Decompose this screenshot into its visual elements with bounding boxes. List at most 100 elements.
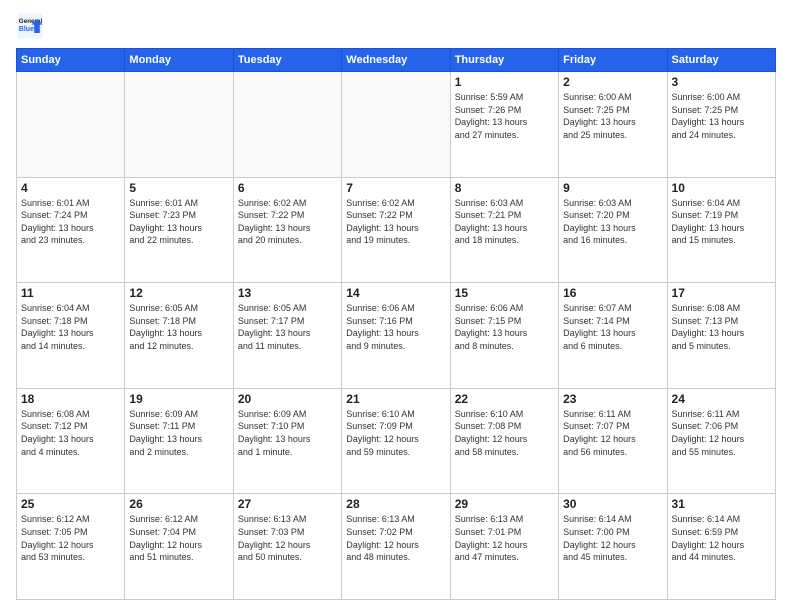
day-number: 10 (672, 181, 771, 195)
day-number: 11 (21, 286, 120, 300)
col-header-friday: Friday (559, 49, 667, 72)
calendar-cell: 3 Sunrise: 6:00 AMSunset: 7:25 PMDaylight… (667, 72, 775, 178)
calendar-cell (125, 72, 233, 178)
day-number: 22 (455, 392, 554, 406)
col-header-monday: Monday (125, 49, 233, 72)
day-number: 26 (129, 497, 228, 511)
calendar-cell (342, 72, 450, 178)
day-number: 20 (238, 392, 337, 406)
day-number: 29 (455, 497, 554, 511)
day-info: Sunrise: 6:07 AMSunset: 7:14 PMDaylight:… (563, 302, 662, 352)
calendar-cell: 24 Sunrise: 6:11 AMSunset: 7:06 PMDayligh… (667, 388, 775, 494)
day-info: Sunrise: 6:13 AMSunset: 7:03 PMDaylight:… (238, 513, 337, 563)
calendar-cell: 10 Sunrise: 6:04 AMSunset: 7:19 PMDayligh… (667, 177, 775, 283)
calendar-cell: 23Sunrise: 6:11 AMSunset: 7:07 PMDayligh… (559, 388, 667, 494)
day-info: Sunrise: 6:01 AMSunset: 7:23 PMDaylight:… (129, 197, 228, 247)
day-info: Sunrise: 6:12 AMSunset: 7:05 PMDaylight:… (21, 513, 120, 563)
calendar-cell: 31Sunrise: 6:14 AMSunset: 6:59 PMDayligh… (667, 494, 775, 600)
day-info: Sunrise: 6:08 AMSunset: 7:13 PMDaylight:… (672, 302, 771, 352)
day-info: Sunrise: 6:01 AMSunset: 7:24 PMDaylight:… (21, 197, 120, 247)
day-info: Sunrise: 6:06 AMSunset: 7:16 PMDaylight:… (346, 302, 445, 352)
day-number: 28 (346, 497, 445, 511)
day-number: 13 (238, 286, 337, 300)
day-number: 3 (672, 75, 771, 89)
day-number: 6 (238, 181, 337, 195)
calendar-cell: 16 Sunrise: 6:07 AMSunset: 7:14 PMDayligh… (559, 283, 667, 389)
day-info: Sunrise: 6:05 AMSunset: 7:17 PMDaylight:… (238, 302, 337, 352)
day-info: Sunrise: 6:00 AMSunset: 7:25 PMDaylight:… (672, 91, 771, 141)
day-number: 12 (129, 286, 228, 300)
day-info: Sunrise: 6:08 AMSunset: 7:12 PMDaylight:… (21, 408, 120, 458)
calendar-week-2: 4 Sunrise: 6:01 AMSunset: 7:24 PMDaylight… (17, 177, 776, 283)
day-number: 16 (563, 286, 662, 300)
day-info: Sunrise: 6:11 AMSunset: 7:07 PMDaylight:… (563, 408, 662, 458)
day-number: 18 (21, 392, 120, 406)
calendar-cell: 11 Sunrise: 6:04 AMSunset: 7:18 PMDayligh… (17, 283, 125, 389)
calendar-table: SundayMondayTuesdayWednesdayThursdayFrid… (16, 48, 776, 600)
col-header-wednesday: Wednesday (342, 49, 450, 72)
day-number: 24 (672, 392, 771, 406)
day-info: Sunrise: 6:02 AMSunset: 7:22 PMDaylight:… (238, 197, 337, 247)
day-info: Sunrise: 6:02 AMSunset: 7:22 PMDaylight:… (346, 197, 445, 247)
day-info: Sunrise: 6:03 AMSunset: 7:20 PMDaylight:… (563, 197, 662, 247)
col-header-sunday: Sunday (17, 49, 125, 72)
day-number: 27 (238, 497, 337, 511)
calendar-week-3: 11 Sunrise: 6:04 AMSunset: 7:18 PMDayligh… (17, 283, 776, 389)
calendar-cell: 20Sunrise: 6:09 AMSunset: 7:10 PMDayligh… (233, 388, 341, 494)
day-info: Sunrise: 6:04 AMSunset: 7:18 PMDaylight:… (21, 302, 120, 352)
calendar-cell (17, 72, 125, 178)
day-info: Sunrise: 6:05 AMSunset: 7:18 PMDaylight:… (129, 302, 228, 352)
day-number: 7 (346, 181, 445, 195)
calendar-cell: 8 Sunrise: 6:03 AMSunset: 7:21 PMDaylight… (450, 177, 558, 283)
day-info: Sunrise: 6:14 AMSunset: 7:00 PMDaylight:… (563, 513, 662, 563)
day-number: 25 (21, 497, 120, 511)
day-info: Sunrise: 6:10 AMSunset: 7:08 PMDaylight:… (455, 408, 554, 458)
day-number: 17 (672, 286, 771, 300)
day-number: 4 (21, 181, 120, 195)
calendar-cell: 1Sunrise: 5:59 AMSunset: 7:26 PMDaylight… (450, 72, 558, 178)
calendar-week-5: 25 Sunrise: 6:12 AMSunset: 7:05 PMDayligh… (17, 494, 776, 600)
day-info: Sunrise: 6:03 AMSunset: 7:21 PMDaylight:… (455, 197, 554, 247)
day-number: 21 (346, 392, 445, 406)
day-info: Sunrise: 6:11 AMSunset: 7:06 PMDaylight:… (672, 408, 771, 458)
svg-text:Blue: Blue (19, 26, 34, 33)
logo-icon: General Blue (16, 12, 44, 40)
calendar-cell: 12 Sunrise: 6:05 AMSunset: 7:18 PMDayligh… (125, 283, 233, 389)
calendar-cell: 14 Sunrise: 6:06 AMSunset: 7:16 PMDayligh… (342, 283, 450, 389)
calendar-cell: 21Sunrise: 6:10 AMSunset: 7:09 PMDayligh… (342, 388, 450, 494)
calendar-cell: 19Sunrise: 6:09 AMSunset: 7:11 PMDayligh… (125, 388, 233, 494)
day-info: Sunrise: 6:09 AMSunset: 7:11 PMDaylight:… (129, 408, 228, 458)
calendar-cell: 7 Sunrise: 6:02 AMSunset: 7:22 PMDaylight… (342, 177, 450, 283)
day-number: 15 (455, 286, 554, 300)
calendar-cell: 26 Sunrise: 6:12 AMSunset: 7:04 PMDayligh… (125, 494, 233, 600)
calendar-week-4: 18 Sunrise: 6:08 AMSunset: 7:12 PMDayligh… (17, 388, 776, 494)
calendar-cell: 18 Sunrise: 6:08 AMSunset: 7:12 PMDayligh… (17, 388, 125, 494)
calendar-cell: 27 Sunrise: 6:13 AMSunset: 7:03 PMDayligh… (233, 494, 341, 600)
calendar-cell: 4 Sunrise: 6:01 AMSunset: 7:24 PMDaylight… (17, 177, 125, 283)
calendar-cell: 28Sunrise: 6:13 AMSunset: 7:02 PMDayligh… (342, 494, 450, 600)
header: General Blue (16, 12, 776, 40)
day-number: 9 (563, 181, 662, 195)
col-header-tuesday: Tuesday (233, 49, 341, 72)
calendar-header-row: SundayMondayTuesdayWednesdayThursdayFrid… (17, 49, 776, 72)
day-info: Sunrise: 6:06 AMSunset: 7:15 PMDaylight:… (455, 302, 554, 352)
calendar-cell: 13 Sunrise: 6:05 AMSunset: 7:17 PMDayligh… (233, 283, 341, 389)
day-number: 30 (563, 497, 662, 511)
day-number: 8 (455, 181, 554, 195)
day-info: Sunrise: 6:13 AMSunset: 7:01 PMDaylight:… (455, 513, 554, 563)
calendar-cell: 29 Sunrise: 6:13 AMSunset: 7:01 PMDayligh… (450, 494, 558, 600)
calendar-cell: 25 Sunrise: 6:12 AMSunset: 7:05 PMDayligh… (17, 494, 125, 600)
day-number: 14 (346, 286, 445, 300)
col-header-saturday: Saturday (667, 49, 775, 72)
col-header-thursday: Thursday (450, 49, 558, 72)
day-info: Sunrise: 6:04 AMSunset: 7:19 PMDaylight:… (672, 197, 771, 247)
calendar-cell (233, 72, 341, 178)
day-info: Sunrise: 6:12 AMSunset: 7:04 PMDaylight:… (129, 513, 228, 563)
day-info: Sunrise: 6:00 AMSunset: 7:25 PMDaylight:… (563, 91, 662, 141)
day-info: Sunrise: 6:14 AMSunset: 6:59 PMDaylight:… (672, 513, 771, 563)
calendar-cell: 15 Sunrise: 6:06 AMSunset: 7:15 PMDayligh… (450, 283, 558, 389)
day-info: Sunrise: 5:59 AMSunset: 7:26 PMDaylight:… (455, 91, 554, 141)
calendar-cell: 2Sunrise: 6:00 AMSunset: 7:25 PMDaylight… (559, 72, 667, 178)
day-number: 5 (129, 181, 228, 195)
calendar-cell: 17 Sunrise: 6:08 AMSunset: 7:13 PMDayligh… (667, 283, 775, 389)
